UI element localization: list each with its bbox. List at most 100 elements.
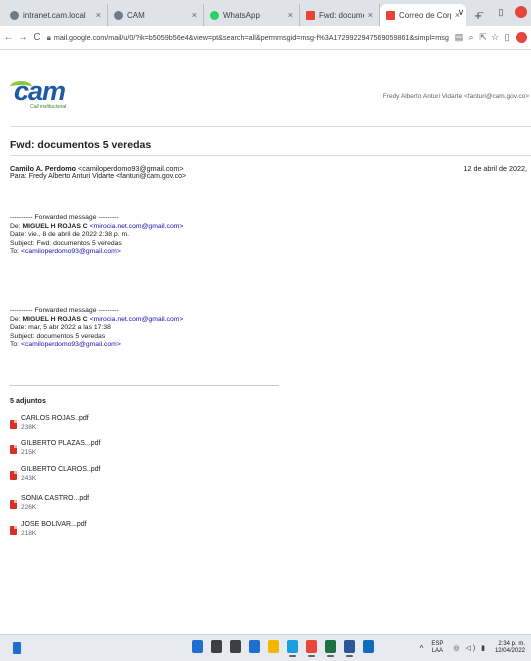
forward-to: To: <camiloperdomo93@gmail.com> xyxy=(10,248,183,257)
forward-from-name: MIGUEL H ROJAS C xyxy=(22,222,88,230)
address-bar[interactable]: 🔒︎ mail.google.com/mail/u/0/?ik=b5059b56… xyxy=(47,29,449,47)
tab-search-button[interactable]: ∨ xyxy=(451,7,471,18)
pdf-icon xyxy=(10,445,17,454)
maximize-button[interactable]: ▯ xyxy=(491,7,511,18)
gmail-icon xyxy=(386,10,395,20)
attachment-name[interactable]: CARLOS ROJAS..pdf xyxy=(21,415,89,424)
logo-tagline: Cali institucional xyxy=(30,104,67,110)
close-tab-icon[interactable]: × xyxy=(368,10,373,20)
email-subject: Fwd: documentos 5 veredas xyxy=(10,139,152,151)
tab-cam[interactable]: CAM × xyxy=(108,4,204,26)
sender-name: Camilo A. Perdomo xyxy=(10,164,77,173)
close-tab-icon[interactable]: × xyxy=(192,10,197,20)
sender-email: <camiloperdomo93@gmail.com> xyxy=(78,164,184,173)
attachment-item[interactable]: CARLOS ROJAS..pdf 238K xyxy=(10,415,89,432)
tray-overflow-button[interactable]: ^ xyxy=(420,644,424,653)
profile-avatar[interactable] xyxy=(515,32,527,43)
forward-to-email[interactable]: <camiloperdomo93@gmail.com> xyxy=(21,341,121,348)
search-icon[interactable] xyxy=(211,640,222,653)
from-label: De: xyxy=(10,222,23,230)
close-tab-icon[interactable]: × xyxy=(288,10,293,20)
forward-from-email[interactable]: <mirocia.net.com@gmail.com> xyxy=(90,316,184,323)
forward-subject: Subject: Fwd: documentos 5 veredas xyxy=(10,239,122,247)
word-icon[interactable] xyxy=(344,640,355,657)
forward-date: Date: vie., 8 de abril de 2022 2:38 p. m… xyxy=(10,231,130,239)
back-button[interactable]: ← xyxy=(3,32,14,43)
start-button[interactable] xyxy=(13,642,21,654)
attachment-name[interactable]: GILBERTO PLAZAS...pdf xyxy=(21,440,101,449)
email-date: 12 de abril de 2022, xyxy=(463,164,527,173)
sender: Camilo A. Perdomo <camiloperdomo93@gmail… xyxy=(10,164,184,173)
tab-label: CAM xyxy=(127,10,145,20)
forwarded-message: ---------- Forwarded message --------- D… xyxy=(10,214,183,257)
toolbar-icons: ▤ ⌕ ⇱ ☆ ▯ xyxy=(453,32,527,43)
attachment-item[interactable]: SONIA CASTRO...pdf 226K xyxy=(10,495,89,512)
reload-button[interactable]: C xyxy=(31,32,42,43)
browser-toolbar: ← → C 🔒︎ mail.google.com/mail/u/0/?ik=b5… xyxy=(0,26,531,50)
to-label: To: xyxy=(10,341,21,349)
clock[interactable]: 2:34 p. m. 12/04/2022 xyxy=(495,641,525,655)
url-text: mail.google.com/mail/u/0/?ik=b5059b56e4&… xyxy=(53,33,449,42)
attachment-item[interactable]: GILBERTO PLAZAS...pdf 215K xyxy=(10,440,101,457)
forwarded-message: ---------- Forwarded message --------- D… xyxy=(10,307,183,350)
extension-icon[interactable]: ▤ xyxy=(453,32,465,43)
print-view: cam Cali institucional Fredy Alberto Ant… xyxy=(0,51,531,634)
globe-icon xyxy=(10,10,19,20)
edge-icon[interactable] xyxy=(287,640,298,657)
taskbar-apps xyxy=(192,640,382,657)
forward-header: ---------- Forwarded message --------- xyxy=(10,307,119,314)
divider xyxy=(10,126,531,127)
tab-label: WhatsApp xyxy=(223,10,260,20)
divider xyxy=(10,155,531,156)
globe-icon xyxy=(114,10,123,20)
forward-from-email[interactable]: <mirocia.net.com@gmail.com> xyxy=(90,223,184,230)
store-icon[interactable] xyxy=(249,640,260,653)
tab-label: Fwd: documentos 5 veredas xyxy=(319,10,364,20)
attachments-count: 5 adjuntos xyxy=(10,396,46,405)
tab-fwd-documentos[interactable]: Fwd: documentos 5 veredas × xyxy=(300,4,380,26)
attachment-size: 238K xyxy=(21,423,37,431)
chrome-icon[interactable] xyxy=(306,640,317,657)
file-explorer-icon[interactable] xyxy=(268,640,279,653)
to-label: To: xyxy=(10,248,21,256)
task-view-icon[interactable] xyxy=(230,640,241,653)
forward-to-email[interactable]: <camiloperdomo93@gmail.com> xyxy=(21,248,121,255)
minimize-button[interactable]: – xyxy=(471,7,491,17)
attachment-size: 215K xyxy=(21,448,37,456)
star-icon[interactable]: ☆ xyxy=(489,32,501,43)
attachment-size: 226K xyxy=(21,503,37,511)
lock-icon[interactable]: 🔒︎ xyxy=(47,33,51,43)
zoom-icon[interactable]: ⌕ xyxy=(465,32,477,43)
close-tab-icon[interactable]: × xyxy=(96,10,101,20)
attachment-size: 218K xyxy=(21,529,37,537)
excel-icon[interactable] xyxy=(325,640,336,657)
gmail-icon xyxy=(306,10,315,20)
tab-whatsapp[interactable]: WhatsApp × xyxy=(204,4,300,26)
pdf-icon xyxy=(10,526,17,535)
network-volume-battery-icons[interactable]: ◎ ◁) ▮ xyxy=(453,644,487,652)
profile-avatar[interactable] xyxy=(515,6,527,18)
tab-intranet[interactable]: intranet.cam.local × xyxy=(4,4,108,26)
language-indicator[interactable]: ESP LAA xyxy=(431,641,443,655)
whatsapp-icon xyxy=(210,10,219,20)
tab-label: Correo de Corporación Autó xyxy=(399,10,451,20)
attachment-item[interactable]: JOSE BOLIVAR...pdf 218K xyxy=(10,521,87,538)
forward-subject: Subject: documentos 5 veredas xyxy=(10,332,106,340)
sidebar-icon[interactable]: ▯ xyxy=(501,32,513,43)
account-identity: Fredy Alberto Anturi Vidarte <fanturi@ca… xyxy=(382,93,529,100)
share-icon[interactable]: ⇱ xyxy=(477,32,489,43)
taskbar: ^ ESP LAA ◎ ◁) ▮ 2:34 p. m. 12/04/2022 xyxy=(0,634,531,661)
widgets-icon[interactable] xyxy=(192,640,203,653)
system-tray: ^ ESP LAA ◎ ◁) ▮ 2:34 p. m. 12/04/2022 xyxy=(420,641,525,655)
clock-time: 2:34 p. m. xyxy=(498,641,525,647)
browser-tab-strip: intranet.cam.local × CAM × WhatsApp × Fw… xyxy=(0,0,531,26)
attachment-size: 243K xyxy=(21,474,37,482)
attachment-item[interactable]: GILBERTO CLAROS..pdf 243K xyxy=(10,466,101,483)
from-label: De: xyxy=(10,315,23,323)
outlook-icon[interactable] xyxy=(363,640,374,653)
attachment-name[interactable]: GILBERTO CLAROS..pdf xyxy=(21,466,101,475)
forward-header: ---------- Forwarded message --------- xyxy=(10,214,119,221)
attachment-name[interactable]: JOSE BOLIVAR...pdf xyxy=(21,521,87,530)
forward-button[interactable]: → xyxy=(17,32,28,43)
attachment-name[interactable]: SONIA CASTRO...pdf xyxy=(21,495,89,504)
